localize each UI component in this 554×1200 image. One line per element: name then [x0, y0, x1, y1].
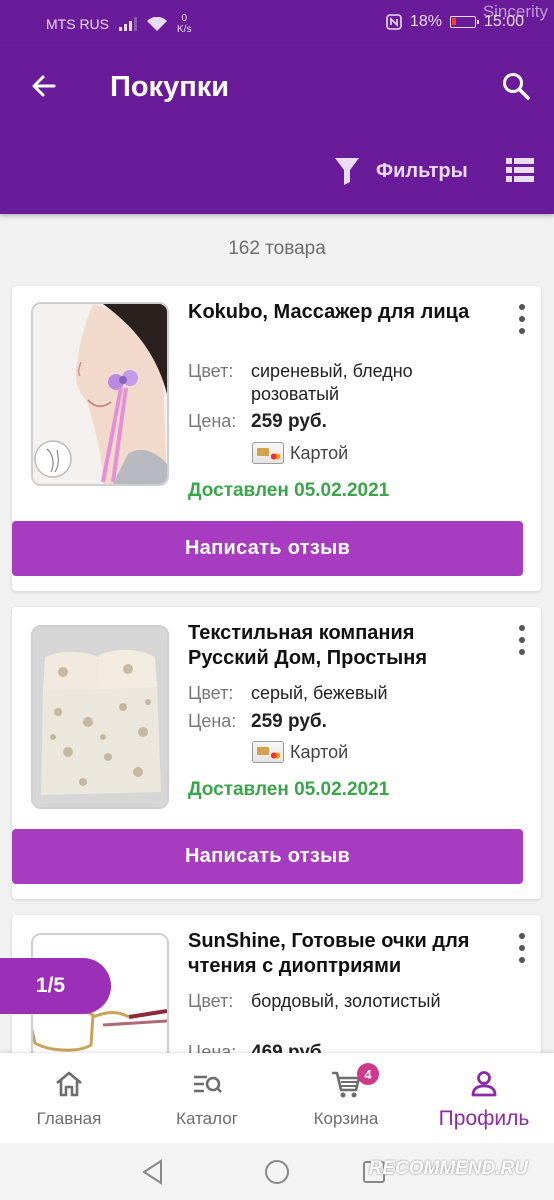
- face-massager-image: [33, 304, 167, 484]
- filters-button[interactable]: Фильтры: [334, 156, 468, 186]
- profile-icon: [471, 1071, 497, 1097]
- color-value: серый, бежевый: [251, 683, 388, 703]
- delivery-status: Доставлен 05.02.2021: [188, 779, 390, 800]
- delivery-status: Доставлен 05.02.2021: [188, 480, 390, 501]
- wifi-icon: [147, 16, 167, 31]
- more-options-icon[interactable]: [517, 304, 527, 334]
- more-options-icon[interactable]: [517, 625, 527, 655]
- nav-profile-label: Профиль: [438, 1107, 530, 1130]
- nfc-icon: [386, 14, 402, 30]
- color-label: Цвет:: [188, 991, 234, 1011]
- product-image[interactable]: [31, 302, 169, 486]
- write-review-button[interactable]: Написать отзыв: [12, 829, 523, 884]
- nav-catalog[interactable]: Каталог: [138, 1053, 276, 1143]
- product-name[interactable]: SunShine, Готовые очки для чтения с диоп…: [188, 929, 478, 979]
- color-value: бордовый, золотистый: [251, 991, 441, 1011]
- signal-icon: [119, 17, 137, 31]
- cart-badge: 4: [357, 1063, 379, 1085]
- filter-icon: [335, 158, 359, 185]
- filters-label: Фильтры: [376, 159, 468, 182]
- product-name[interactable]: Текстильная компания Русский Дом, Просты…: [188, 621, 478, 671]
- bedsheet-image: [33, 627, 167, 807]
- credit-card-icon: [252, 442, 284, 464]
- speed-unit: K/s: [177, 24, 192, 35]
- more-options-icon[interactable]: [517, 933, 527, 963]
- search-icon[interactable]: [500, 70, 532, 102]
- battery-icon: [449, 16, 479, 28]
- nav-home-label: Главная: [36, 1109, 102, 1128]
- status-left: MTS RUS 0 K/s: [46, 13, 191, 35]
- battery-percent: 18%: [409, 13, 442, 30]
- nav-cart-label: Корзина: [313, 1109, 379, 1128]
- items-count: 162 товара: [228, 238, 326, 259]
- payment-method: Картой: [252, 741, 348, 763]
- status-bar: MTS RUS 0 K/s 18% 15:00 Sincerity: [0, 0, 554, 44]
- price-value: 259 руб.: [251, 711, 327, 732]
- price-value: 259 руб.: [251, 411, 327, 432]
- product-name[interactable]: Kokubo, Массажер для лица: [188, 300, 478, 325]
- payment-method: Картой: [252, 442, 348, 464]
- nav-catalog-label: Каталог: [176, 1109, 238, 1128]
- page-indicator[interactable]: 1/5: [0, 958, 111, 1014]
- color-value: сиреневый, бледно розоватый: [251, 361, 413, 404]
- arrow-left-icon[interactable]: [28, 70, 60, 102]
- color-row: Цвет: сиреневый, бледно розоватый: [188, 360, 488, 406]
- network-speed: 0 K/s: [177, 13, 191, 35]
- page-title: Покупки: [110, 71, 230, 103]
- credit-card-icon: [252, 741, 284, 763]
- home-icon: [56, 1071, 82, 1097]
- back-triangle-icon[interactable]: [141, 1159, 165, 1185]
- speed-value: 0: [181, 13, 187, 24]
- payment-label: Картой: [290, 442, 349, 463]
- price-label: Цена:: [188, 411, 237, 431]
- product-image[interactable]: [31, 625, 169, 809]
- nav-cart[interactable]: Корзина 4: [277, 1053, 415, 1143]
- order-card[interactable]: Kokubo, Массажер для лица Цвет: сиреневы…: [12, 286, 541, 591]
- app-bar: Покупки Фильтры: [0, 44, 554, 214]
- list-view-icon[interactable]: [506, 158, 534, 182]
- payment-label: Картой: [290, 741, 349, 762]
- nav-home[interactable]: Главная: [0, 1053, 138, 1143]
- watermark-bottom: RECOMMEND.RU: [368, 1158, 528, 1179]
- watermark-top: Sincerity: [482, 2, 548, 21]
- bottom-navigation: Главная Каталог Корзина 4 Профиль: [0, 1053, 554, 1143]
- carrier-name: MTS RUS: [46, 16, 109, 32]
- order-card[interactable]: Текстильная компания Русский Дом, Просты…: [12, 607, 541, 899]
- nav-profile[interactable]: Профиль: [415, 1053, 553, 1143]
- catalog-search-icon: [194, 1075, 222, 1093]
- color-label: Цвет:: [188, 683, 234, 703]
- color-label: Цвет:: [188, 361, 234, 381]
- color-row: Цвет: бордовый, золотистый: [188, 990, 488, 1036]
- price-label: Цена:: [188, 711, 237, 731]
- write-review-button[interactable]: Написать отзыв: [12, 521, 523, 576]
- home-circle-icon[interactable]: [264, 1159, 290, 1185]
